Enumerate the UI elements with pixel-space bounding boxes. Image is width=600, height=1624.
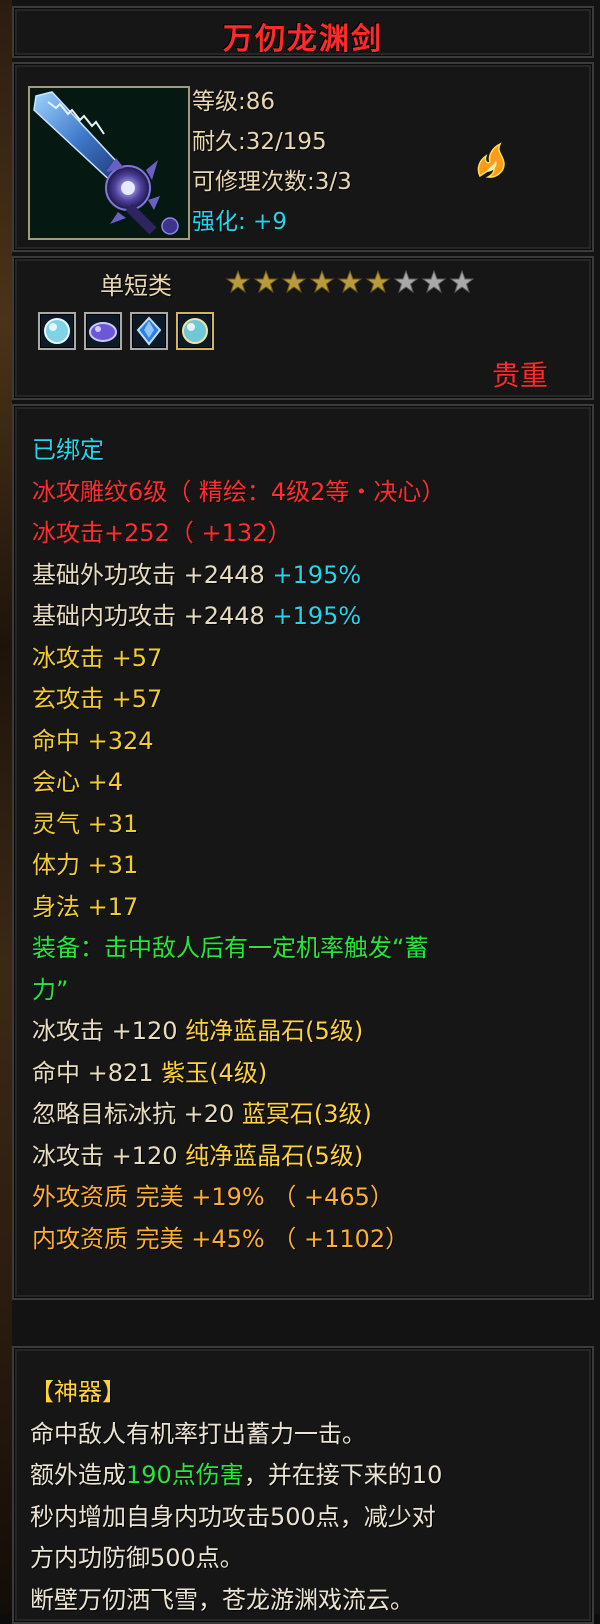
item-info-panel: 等级:86 耐久:32/195 可修理次数:3/3 强化: +9 [12,62,594,252]
stat-row: 基础内功攻击 +2448 +195% [32,596,582,638]
durability-value: :32/195 [238,129,327,155]
gold-ice-gem-icon[interactable] [176,312,214,350]
artifact-damage-highlight: 190点伤害 [126,1461,244,1489]
stat-extra: 蓝冥石(3级) [241,1100,372,1128]
stat-text: 灵气 +31 [32,809,139,838]
stat-row: 命中 +324 [32,721,582,763]
star-filled-icon [366,270,390,294]
star-filled-icon [254,270,278,294]
artifact-line-2: 额外造成190点伤害，并在接下来的10 [30,1455,562,1497]
durability-label: 耐久 [192,129,238,155]
stat-text: 内攻资质 完美 +45% （ +1102） [32,1224,410,1253]
stat-text: 冰攻雕纹6级（ 精绘：4级2等・决心） [32,477,446,506]
stat-text: 力” [32,975,69,1004]
rarity-label: 贵重 [491,359,548,392]
stat-text: 外攻资质 完美 +19% （ +465） [32,1183,394,1211]
repair-count-line: 可修理次数:3/3 [192,162,352,196]
star-empty-icon [422,270,446,294]
enhance-label: 强化 [192,209,238,235]
enhance-value: : +9 [238,209,287,235]
stat-row: 内攻资质 完美 +45% （ +1102） [32,1219,582,1261]
purple-jade-gem-icon[interactable] [84,312,122,350]
durability-line: 耐久:32/195 [192,122,327,156]
stat-row: 命中 +821 紫玉(4级) [32,1053,582,1095]
stat-text: 已绑定 [32,436,104,464]
background-edge [0,0,12,1614]
stat-text: 身法 +17 [32,892,139,921]
stat-row: 装备：击中敌人后有一定机率触发“蓄 [32,928,582,970]
stat-row: 身法 +17 [32,887,582,929]
stat-extra: 纯净蓝晶石(5级) [185,1017,364,1045]
stat-row: 冰攻击 +120 纯净蓝晶石(5级) [32,1011,582,1053]
stat-text: 体力 +31 [32,851,139,879]
artifact-line-3: 秒内增加自身内功攻击500点，减少对 [30,1502,436,1531]
stat-text: 冰攻击 +57 [32,643,163,672]
blue-crystal-gem-icon[interactable] [130,312,168,350]
stat-row: 外攻资质 完美 +19% （ +465） [32,1177,582,1219]
artifact-description: 【神器】 命中敌人有机率打出蓄力一击。 额外造成190点伤害，并在接下来的10 … [30,1372,562,1621]
sword-icon [30,88,188,238]
stat-row: 灵气 +31 [32,804,582,846]
stat-text: 冰攻击+252（ +132） [32,519,292,547]
artifact-line-1: 命中敌人有机率打出蓄力一击。 [30,1419,366,1448]
stat-text: 装备：击中敌人后有一定机率触发“蓄 [32,934,429,962]
stat-text: 忽略目标冰抗 +20 [32,1100,242,1128]
level-label: 等级 [192,89,238,115]
artifact-panel: 【神器】 命中敌人有机率打出蓄力一击。 额外造成190点伤害，并在接下来的10 … [12,1346,594,1624]
stat-row: 体力 +31 [32,845,582,887]
star-filled-icon [226,270,250,294]
enhance-line: 强化: +9 [192,202,287,236]
artifact-heading: 【神器】 [30,1378,126,1406]
stat-extra: 纯净蓝晶石(5级) [185,1141,364,1170]
artifact-line-5: 断壁万仞洒飞雪，苍龙游渊戏流云。 [30,1585,414,1614]
weapon-category: 单短类 [100,272,172,300]
stat-row: 基础外功攻击 +2448 +195% [32,555,582,597]
stat-row: 会心 +4 [32,762,582,804]
stat-extra: +195% [272,602,362,630]
stat-text: 冰攻击 +120 [32,1017,186,1045]
flame-icon [477,142,505,178]
stat-row: 已绑定 [32,430,582,472]
stat-text: 基础外功攻击 +2448 [32,560,273,589]
stats-panel: 已绑定冰攻雕纹6级（ 精绘：4级2等・决心） 冰攻击+252（ +132） 基础外功… [12,404,594,1300]
stat-row: 冰攻击 +57 [32,638,582,680]
level-value: :86 [238,89,276,115]
stat-text: 命中 +821 [32,1058,162,1087]
artifact-line-4: 方内功防御500点。 [30,1544,244,1572]
stat-text: 冰攻击 +120 [32,1141,186,1170]
stat-row: 玄攻击 +57 [32,679,582,721]
stats-list: 已绑定冰攻雕纹6级（ 精绘：4级2等・决心） 冰攻击+252（ +132） 基础外功… [32,430,582,1260]
class-panel: 单短类 贵重 [12,256,594,400]
artifact-line-2-pre: 额外造成 [30,1461,126,1489]
stat-row: 力” [32,970,582,1012]
stat-text: 玄攻击 +57 [32,685,163,713]
stat-row: 冰攻击+252（ +132） [32,513,582,555]
level-line: 等级:86 [192,82,275,116]
stat-row: 冰攻击 +120 纯净蓝晶石(5级) [32,1136,582,1178]
star-empty-icon [394,270,418,294]
artifact-line-2-post: ，并在接下来的10 [243,1461,443,1489]
stat-extra: 紫玉(4级) [161,1058,268,1087]
repair-value: :3/3 [307,169,352,195]
star-filled-icon [310,270,334,294]
star-filled-icon [338,270,362,294]
item-icon-slot[interactable] [28,86,190,240]
stat-text: 基础内功攻击 +2448 [32,602,273,630]
gem-sockets [38,312,214,350]
repair-label: 可修理次数 [192,169,307,195]
star-filled-icon [282,270,306,294]
ice-crystal-gem-icon[interactable] [38,312,76,350]
stat-row: 冰攻雕纹6级（ 精绘：4级2等・决心） [32,472,582,514]
star-empty-icon [450,270,474,294]
stat-text: 命中 +324 [32,726,154,755]
stat-text: 会心 +4 [32,768,124,796]
item-name: 万仞龙渊剑 [223,22,383,57]
title-bar: 万仞龙渊剑 [12,6,594,58]
stat-row: 忽略目标冰抗 +20 蓝冥石(3级) [32,1094,582,1136]
stat-extra: +195% [272,560,362,589]
star-rating [226,270,474,294]
